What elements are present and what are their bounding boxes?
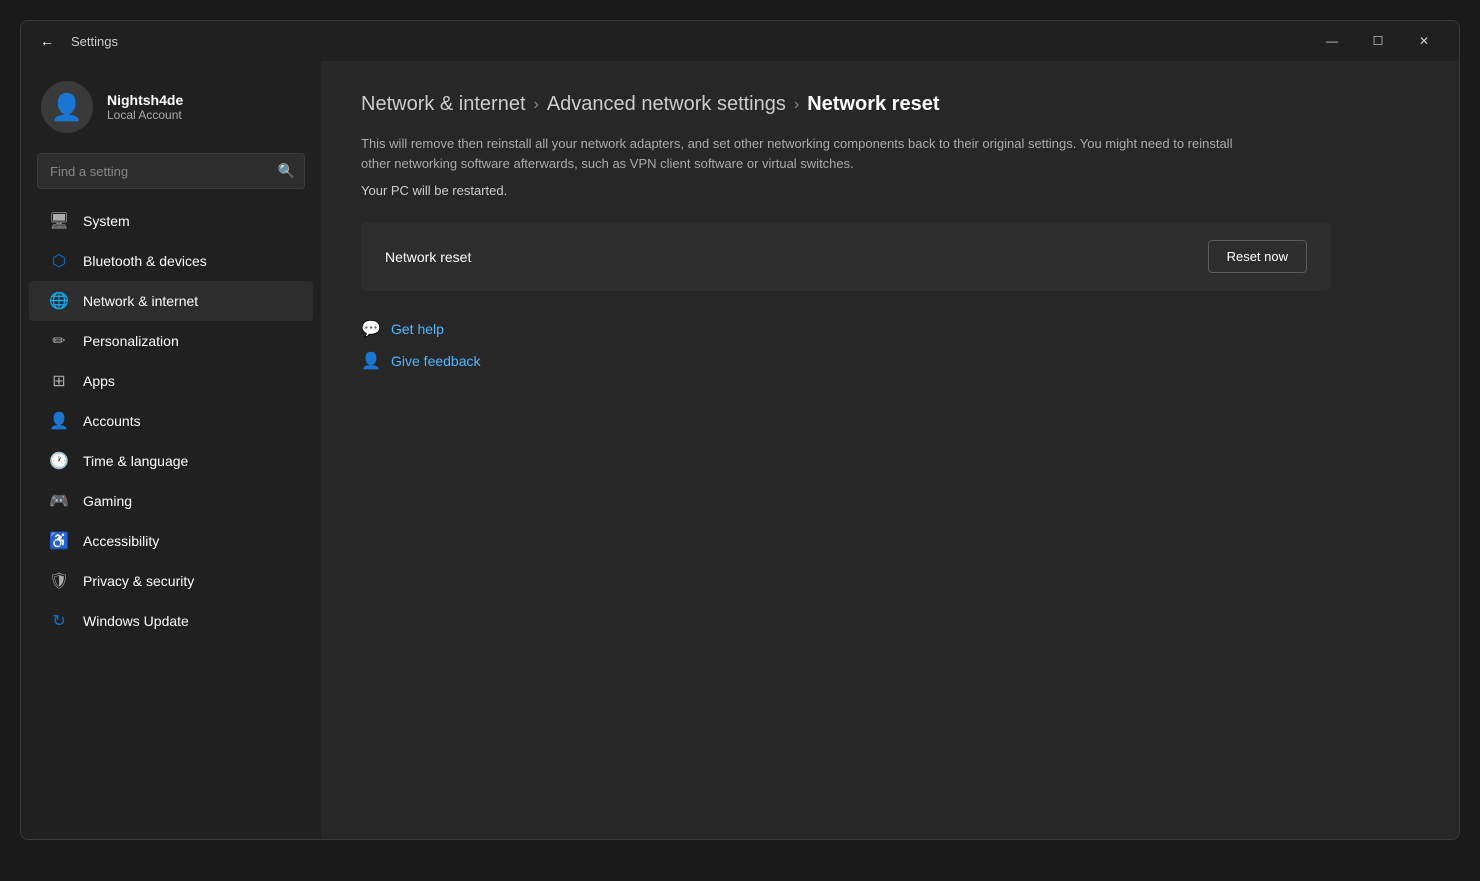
sidebar-item-label-personalization: Personalization <box>83 333 179 349</box>
give-feedback-link[interactable]: 👤 Give feedback <box>361 351 1419 371</box>
sidebar-item-windows-update[interactable]: ↻ Windows Update <box>29 601 313 641</box>
bluetooth-icon: ⬡ <box>49 251 69 271</box>
get-help-link[interactable]: 💬 Get help <box>361 319 1419 339</box>
minimize-button[interactable]: — <box>1309 21 1355 61</box>
sidebar-item-privacy[interactable]: 🛡 Privacy & security <box>29 561 313 601</box>
sidebar-item-accounts[interactable]: 👤 Accounts <box>29 401 313 441</box>
titlebar-controls: — ☐ ✕ <box>1309 21 1447 61</box>
windows-update-icon: ↻ <box>49 611 69 631</box>
help-links: 💬 Get help 👤 Give feedback <box>361 319 1419 371</box>
apps-icon: ⊞ <box>49 371 69 391</box>
breadcrumb-advanced[interactable]: Advanced network settings <box>547 93 786 116</box>
gaming-icon: 🎮 <box>49 491 69 511</box>
system-icon: 🖥 <box>49 211 69 231</box>
window-title: Settings <box>71 34 118 49</box>
breadcrumb-sep-2: › <box>794 96 799 114</box>
content-area: Network & internet › Advanced network se… <box>321 61 1459 839</box>
page-title: Network reset <box>807 93 939 116</box>
sidebar-item-label-network: Network & internet <box>83 293 198 309</box>
user-profile: 👤 Nightsh4de Local Account <box>21 61 321 149</box>
sidebar: 👤 Nightsh4de Local Account 🔍 🖥 System ⬡ … <box>21 61 321 839</box>
privacy-icon: 🛡 <box>49 571 69 591</box>
reset-card-label: Network reset <box>385 249 471 265</box>
maximize-button[interactable]: ☐ <box>1355 21 1401 61</box>
close-button[interactable]: ✕ <box>1401 21 1447 61</box>
sidebar-item-bluetooth[interactable]: ⬡ Bluetooth & devices <box>29 241 313 281</box>
sidebar-item-label-accessibility: Accessibility <box>83 533 159 549</box>
sidebar-item-personalization[interactable]: ✏ Personalization <box>29 321 313 361</box>
page-description: This will remove then reinstall all your… <box>361 134 1261 173</box>
breadcrumb-network[interactable]: Network & internet <box>361 93 526 116</box>
sidebar-item-time[interactable]: 🕐 Time & language <box>29 441 313 481</box>
sidebar-item-system[interactable]: 🖥 System <box>29 201 313 241</box>
search-box: 🔍 <box>37 153 305 189</box>
restart-notice: Your PC will be restarted. <box>361 183 1419 198</box>
breadcrumb-sep-1: › <box>534 96 539 114</box>
breadcrumb: Network & internet › Advanced network se… <box>361 93 1419 116</box>
give-feedback-label: Give feedback <box>391 353 481 369</box>
user-account-type: Local Account <box>107 108 183 122</box>
sidebar-item-label-windows-update: Windows Update <box>83 613 189 629</box>
get-help-icon: 💬 <box>361 319 381 339</box>
sidebar-item-label-apps: Apps <box>83 373 115 389</box>
sidebar-item-label-time: Time & language <box>83 453 188 469</box>
main-content: 👤 Nightsh4de Local Account 🔍 🖥 System ⬡ … <box>21 61 1459 839</box>
settings-window: ← Settings — ☐ ✕ 👤 Nightsh4de Local Acco… <box>20 20 1460 840</box>
user-name: Nightsh4de <box>107 92 183 108</box>
sidebar-item-label-gaming: Gaming <box>83 493 132 509</box>
sidebar-item-label-privacy: Privacy & security <box>83 573 194 589</box>
titlebar-left: ← Settings <box>33 27 118 55</box>
user-info: Nightsh4de Local Account <box>107 92 183 122</box>
avatar: 👤 <box>41 81 93 133</box>
network-icon: 🌐 <box>49 291 69 311</box>
sidebar-item-label-system: System <box>83 213 130 229</box>
search-input[interactable] <box>37 153 305 189</box>
sidebar-item-apps[interactable]: ⊞ Apps <box>29 361 313 401</box>
get-help-label: Get help <box>391 321 444 337</box>
back-button[interactable]: ← <box>33 27 61 55</box>
sidebar-item-accessibility[interactable]: ♿ Accessibility <box>29 521 313 561</box>
sidebar-item-gaming[interactable]: 🎮 Gaming <box>29 481 313 521</box>
personalization-icon: ✏ <box>49 331 69 351</box>
accessibility-icon: ♿ <box>49 531 69 551</box>
sidebar-item-label-bluetooth: Bluetooth & devices <box>83 253 207 269</box>
give-feedback-icon: 👤 <box>361 351 381 371</box>
accounts-icon: 👤 <box>49 411 69 431</box>
time-icon: 🕐 <box>49 451 69 471</box>
titlebar: ← Settings — ☐ ✕ <box>21 21 1459 61</box>
reset-now-button[interactable]: Reset now <box>1208 240 1307 273</box>
sidebar-item-network[interactable]: 🌐 Network & internet <box>29 281 313 321</box>
sidebar-item-label-accounts: Accounts <box>83 413 141 429</box>
network-reset-card: Network reset Reset now <box>361 222 1331 291</box>
